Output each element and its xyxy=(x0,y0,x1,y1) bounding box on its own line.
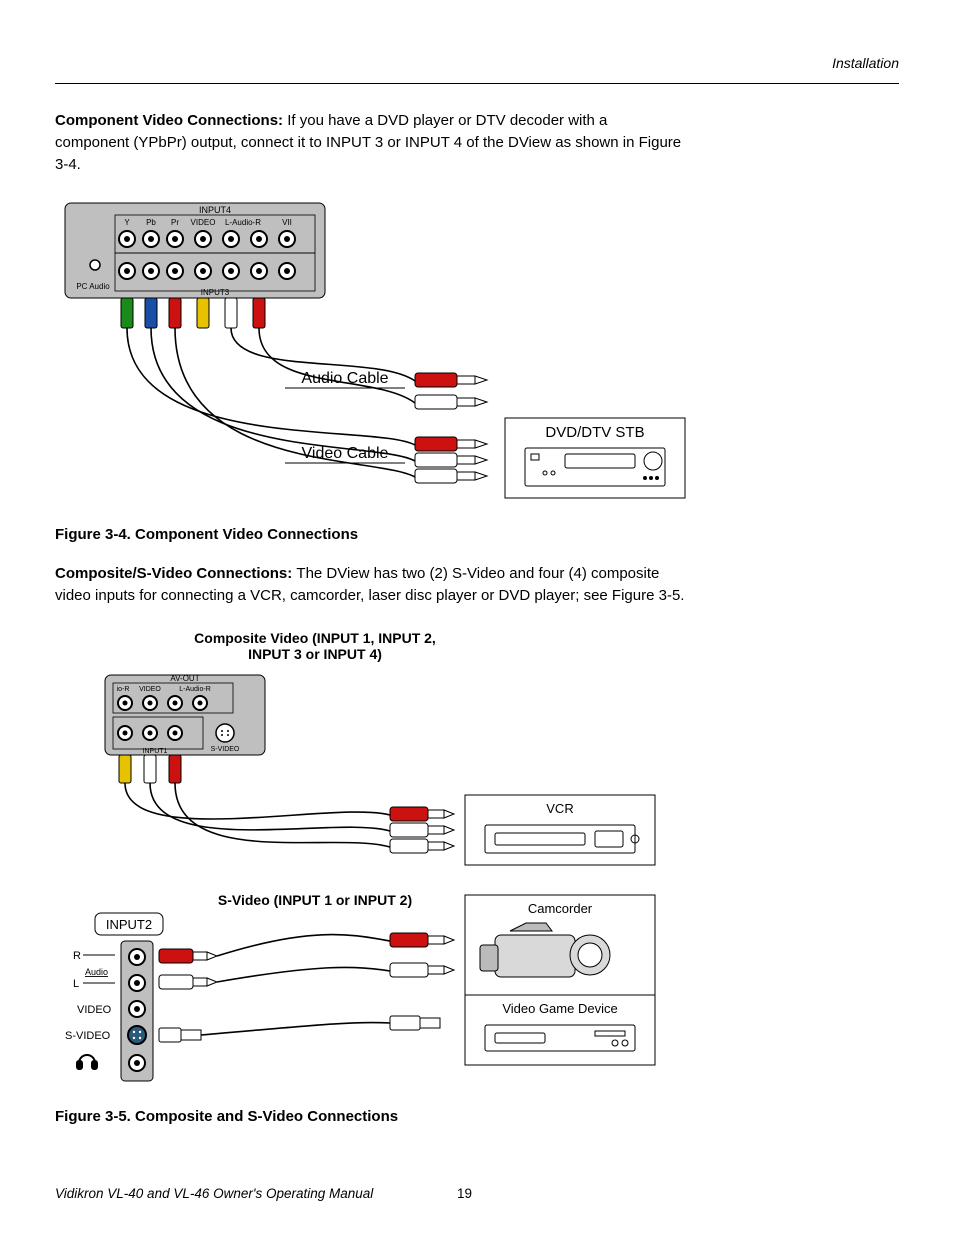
audio-terminators xyxy=(415,373,487,409)
io-r-label: io-R xyxy=(117,686,130,693)
svideo-plug-left xyxy=(159,1028,201,1042)
vcr-icon xyxy=(485,825,639,853)
para1-l1: If you have a DVD player or DTV decoder … xyxy=(287,112,607,129)
cables-svideo xyxy=(201,934,390,1034)
video-label: VIDEO xyxy=(139,686,161,693)
para1-l2: component (YPbPr) output, connect it to … xyxy=(55,134,681,151)
svideo-label: S-VIDEO xyxy=(211,746,240,753)
input2-box: INPUT2 xyxy=(106,917,152,932)
headphone-icon xyxy=(77,1055,97,1069)
figure-3-4: INPUT4 Y Pb Pr VIDEO L-Audio-R VII PC Au… xyxy=(55,193,899,508)
camcorder-label: Camcorder xyxy=(528,901,593,916)
game-label: Video Game Device xyxy=(502,1001,617,1016)
col-pr: Pr xyxy=(171,218,179,227)
page-number: 19 xyxy=(457,1186,472,1201)
input4-label: INPUT4 xyxy=(199,205,231,215)
pc-audio-jack xyxy=(90,260,100,270)
running-header: Installation xyxy=(55,55,899,71)
header-rule xyxy=(55,83,899,84)
video-cable-label: Video Cable xyxy=(302,445,389,462)
input3-label: INPUT3 xyxy=(201,288,230,297)
label-video-side: VIDEO xyxy=(77,1004,112,1016)
camcorder-icon xyxy=(480,923,610,977)
rca-bottom-in1 xyxy=(118,726,182,740)
svideo-section-title: S-Video (INPUT 1 or INPUT 2) xyxy=(218,892,412,908)
game-icon xyxy=(485,1025,635,1051)
para2-l1: The DView has two (2) S-Video and four (… xyxy=(296,565,659,582)
para2-l2: video inputs for connecting a VCR, camco… xyxy=(55,587,684,604)
svideo-jack xyxy=(216,724,234,742)
fig35-title-l2: INPUT 3 or INPUT 4) xyxy=(248,646,382,662)
audio-plugs-svideo xyxy=(159,949,217,989)
label-audio: Audio xyxy=(85,967,108,977)
figure-3-5-caption: Figure 3-5. Composite and S-Video Connec… xyxy=(55,1108,899,1125)
svideo-right-terminators xyxy=(390,933,454,1030)
label-svideo-side: S-VIDEO xyxy=(65,1030,111,1042)
figure-3-4-caption: Figure 3-4. Component Video Connections xyxy=(55,526,899,543)
stb-icon xyxy=(525,448,665,486)
fig35-title-l1: Composite Video (INPUT 1, INPUT 2, xyxy=(194,630,436,646)
label-l: L xyxy=(73,978,79,990)
figure-3-5: Composite Video (INPUT 1, INPUT 2, INPUT… xyxy=(55,625,899,1090)
plug-strip-composite xyxy=(119,755,181,783)
audio-cable-label: Audio Cable xyxy=(301,370,388,387)
avout-label: AV-OUT xyxy=(170,674,199,683)
laudio-label: L-Audio-R xyxy=(179,686,211,693)
stb-label: DVD/DTV STB xyxy=(545,424,644,441)
input1-label: INPUT1 xyxy=(143,748,168,755)
footer-text: Vidikron VL-40 and VL-46 Owner's Operati… xyxy=(55,1186,373,1201)
paragraph-component-video: Component Video Connections: If you have… xyxy=(55,110,695,175)
pc-audio-label: PC Audio xyxy=(76,282,110,291)
col-vii: VII xyxy=(282,218,292,227)
video-terminators xyxy=(415,437,487,483)
vcr-label: VCR xyxy=(546,801,573,816)
composite-terminators xyxy=(390,807,454,853)
col-laudio: L-Audio-R xyxy=(225,218,261,227)
col-pb: Pb xyxy=(146,218,156,227)
para1-bold: Component Video Connections: xyxy=(55,112,287,129)
para1-l3: 3-4. xyxy=(55,156,81,173)
label-r: R xyxy=(73,950,81,962)
paragraph-composite-svideo: Composite/S-Video Connections: The DView… xyxy=(55,563,695,607)
col-y: Y xyxy=(124,218,130,227)
para2-bold: Composite/S-Video Connections: xyxy=(55,565,296,582)
col-video: VIDEO xyxy=(191,218,216,227)
cables-composite xyxy=(125,783,390,847)
plug-strip xyxy=(121,298,265,328)
